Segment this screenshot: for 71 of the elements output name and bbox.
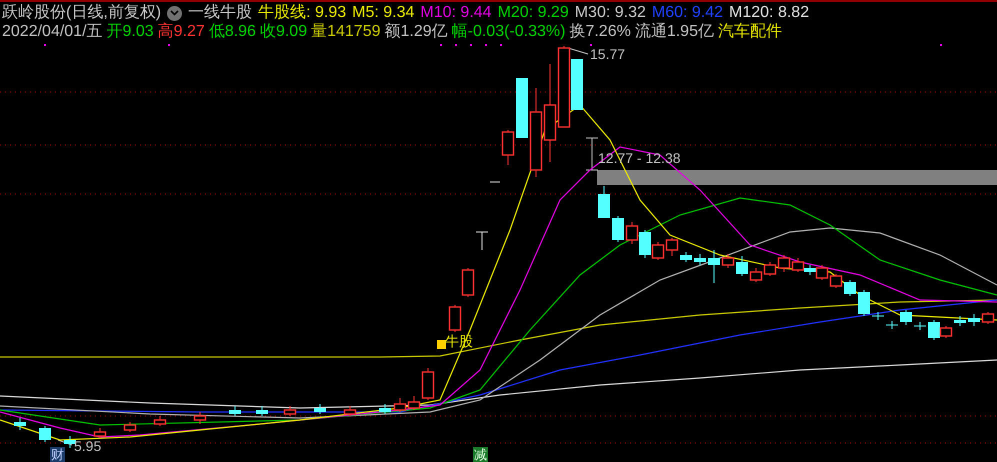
candlestick [154,416,166,426]
candlestick [736,256,748,276]
candlestick [394,398,406,412]
quote-value: 量141759 [311,23,380,41]
candlestick [314,404,326,414]
candlestick [626,222,638,244]
candlestick [914,322,926,330]
candlestick [792,258,804,272]
indicator-value: M60: 9.42 [652,4,724,22]
signal-square-icon [437,340,446,349]
candlestick [462,268,474,298]
quote-value: 低8.96 [208,23,256,41]
quote-value: 汽车配件 [718,23,782,41]
candlestick [680,252,692,262]
price-label: 5.95 [74,438,102,454]
candlestick [94,428,106,438]
candlestick [778,254,790,272]
leader-line [58,440,72,446]
candlestick [900,310,912,326]
candlestick [982,312,994,324]
candlestick [516,78,528,138]
candlestick [968,314,980,326]
event-marker[interactable]: 财 [50,447,65,462]
indicator-value: 牛股线: 9.93 [258,4,346,22]
indicator-value: M10: 9.44 [420,4,492,22]
candlestick [830,274,842,288]
quote-value: 2022/04/01/五 [2,23,103,41]
indicator-value: M20: 9.29 [498,4,569,22]
candlestick [886,320,898,330]
quote-value: 高9.27 [158,23,205,41]
candlestick [124,422,136,432]
quote-value: 换7.26% [569,23,631,41]
candlestick [858,290,870,316]
event-marker[interactable]: 减 [473,447,488,462]
candlestick [344,406,356,416]
dropdown-icon[interactable] [167,6,182,20]
candlestick [476,232,488,250]
quote-value: 流通1.95亿 [634,23,714,41]
candlestick [612,216,624,242]
candlestick [448,304,462,332]
candlestick [229,406,241,416]
candlestick [598,186,610,218]
candlestick [708,250,720,284]
candlestick [844,280,856,296]
candlestick [64,436,76,448]
indicator-value: M120: 8.82 [729,4,810,22]
price-label: 15.77 [590,46,626,62]
candlestick [750,268,762,282]
quote-value: 额1.29亿 [384,23,448,41]
candlestick [284,406,296,416]
indicator-name: 一线牛股 [188,4,252,22]
candlestick [954,316,966,326]
candlestick [256,406,268,416]
candlestick [722,254,734,268]
quote-value: 开9.03 [106,23,154,41]
candlestick [14,418,26,430]
indicator-value: M5: 9.34 [352,4,414,22]
candlestick [666,238,678,256]
candlestick [379,404,391,414]
candlestick [872,312,884,320]
indicator-value: M30: 9.32 [574,4,646,22]
quote-value: 幅-0.03(-0.33%) [452,23,566,41]
candlestick [39,426,51,442]
leader-line [568,48,588,54]
candlestick [764,262,776,276]
chart-title: 跃岭股份(日线,前复权) [2,4,162,22]
candlestick [194,412,206,424]
quote-value: 收9.09 [260,23,308,41]
candlestick [694,254,706,266]
candlestick [502,130,514,166]
range-bracket [586,138,598,170]
